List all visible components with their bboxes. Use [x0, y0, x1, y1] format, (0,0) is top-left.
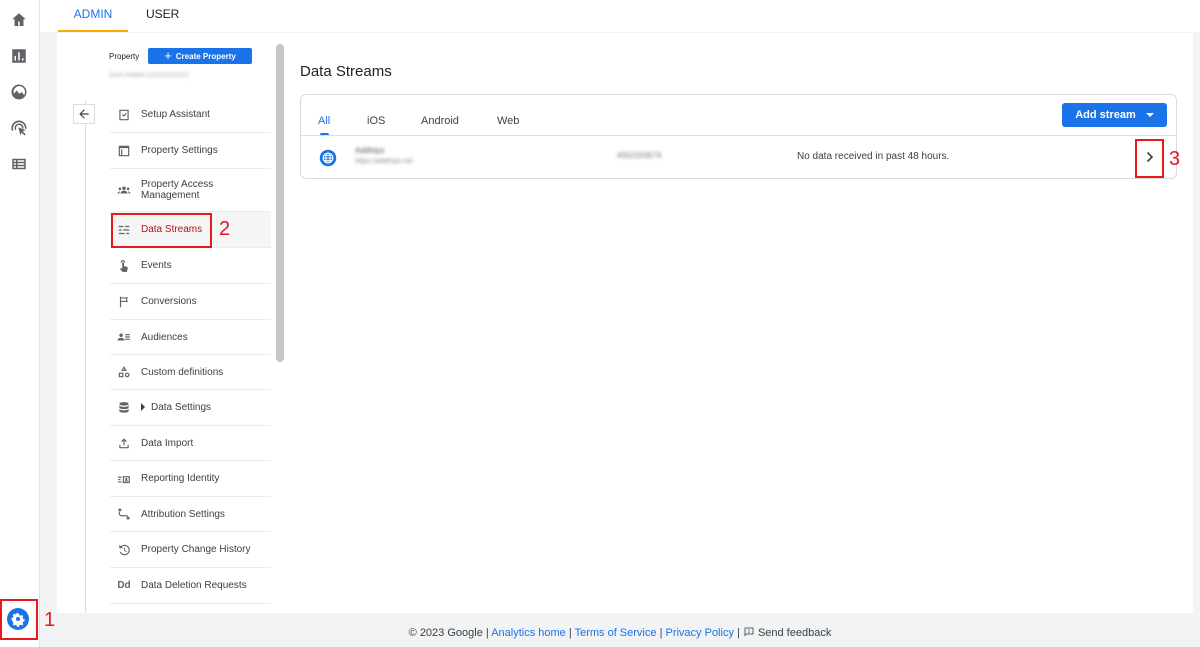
attribution-icon: [116, 506, 132, 522]
property-name: GA4 Added (XXXXXXXX): [109, 72, 189, 79]
nav-item-attribution-settings[interactable]: Attribution Settings: [110, 497, 271, 532]
annotation-number-3: 3: [1169, 148, 1181, 170]
nav-item-property-change-history[interactable]: Property Change History: [110, 532, 271, 568]
list-icon[interactable]: [9, 154, 29, 174]
nav-item-data-import[interactable]: Data Import: [110, 426, 271, 461]
history-icon: [116, 542, 132, 558]
annotation-box-2: [111, 213, 212, 248]
annotation-box-3: [1135, 139, 1164, 178]
nav-item-audiences[interactable]: Audiences: [110, 320, 271, 355]
stream-id: 4052333674: [617, 151, 662, 160]
people-icon: [116, 182, 132, 198]
identity-icon: [116, 471, 132, 487]
nav-item-reporting-identity[interactable]: Reporting Identity: [110, 461, 271, 497]
tab-all[interactable]: All: [318, 115, 330, 127]
left-rail: [0, 0, 40, 647]
top-tab-bar: [40, 0, 1200, 32]
stream-name: Addtrips: [355, 146, 385, 155]
arrow-back-icon: [79, 109, 89, 119]
nav-item-events[interactable]: Events: [110, 248, 271, 284]
reports-icon[interactable]: [9, 46, 29, 66]
annotation-number-2: 2: [219, 218, 231, 240]
explore-icon[interactable]: [9, 82, 29, 102]
window-icon: [116, 143, 132, 159]
privacy-link[interactable]: Privacy Policy: [665, 627, 733, 639]
analytics-home-link[interactable]: Analytics home: [491, 627, 566, 639]
page-title: Data Streams: [300, 63, 392, 80]
audience-icon: [116, 329, 132, 345]
nav-item-property-settings[interactable]: Property Settings: [110, 133, 271, 169]
checklist-icon: [116, 107, 132, 123]
expand-caret-icon: [141, 403, 145, 412]
add-stream-button[interactable]: Add stream: [1062, 103, 1167, 127]
back-button[interactable]: [73, 104, 95, 124]
nav-scrollbar[interactable]: [276, 44, 284, 362]
nav-item-conversions[interactable]: Conversions: [110, 284, 271, 320]
tab-admin[interactable]: ADMIN: [58, 0, 128, 32]
create-property-button[interactable]: + Create Property: [148, 48, 252, 64]
tab-web[interactable]: Web: [497, 115, 519, 127]
feedback-icon: [744, 627, 754, 637]
nav-item-property-access-management[interactable]: Property Access Management: [110, 169, 271, 212]
tab-user[interactable]: USER: [146, 0, 179, 32]
nav-divider-line: [85, 100, 86, 613]
nav-item-data-settings[interactable]: Data Settings: [110, 390, 271, 426]
nav-item-custom-definitions[interactable]: Custom definitions: [110, 355, 271, 390]
stream-row[interactable]: [301, 136, 1176, 178]
tab-ios[interactable]: iOS: [367, 115, 385, 127]
terms-link[interactable]: Terms of Service: [575, 627, 657, 639]
footer-copyright: © 2023 Google: [408, 627, 483, 639]
flag-icon: [116, 294, 132, 310]
send-feedback-link[interactable]: Send feedback: [743, 627, 831, 639]
touch-icon: [116, 258, 132, 274]
database-icon: [116, 400, 132, 416]
dd-icon: Dd: [117, 580, 131, 591]
advertising-icon[interactable]: [9, 118, 29, 138]
dropdown-arrow-icon: [1145, 113, 1154, 117]
stream-url: https://addtrips.net: [355, 158, 413, 165]
home-icon[interactable]: [9, 10, 29, 30]
upload-icon: [116, 435, 132, 451]
footer: © 2023 Google | Analytics home | Terms o…: [408, 627, 832, 639]
shapes-icon: [116, 364, 132, 380]
tab-android[interactable]: Android: [421, 115, 459, 127]
globe-icon: [319, 149, 337, 167]
stream-status: No data received in past 48 hours.: [797, 151, 950, 162]
plus-icon: +: [164, 48, 172, 63]
nav-item-data-deletion-requests[interactable]: Dd Data Deletion Requests: [110, 568, 271, 604]
nav-item-setup-assistant[interactable]: Setup Assistant: [110, 97, 271, 133]
property-label: Property: [109, 52, 140, 61]
